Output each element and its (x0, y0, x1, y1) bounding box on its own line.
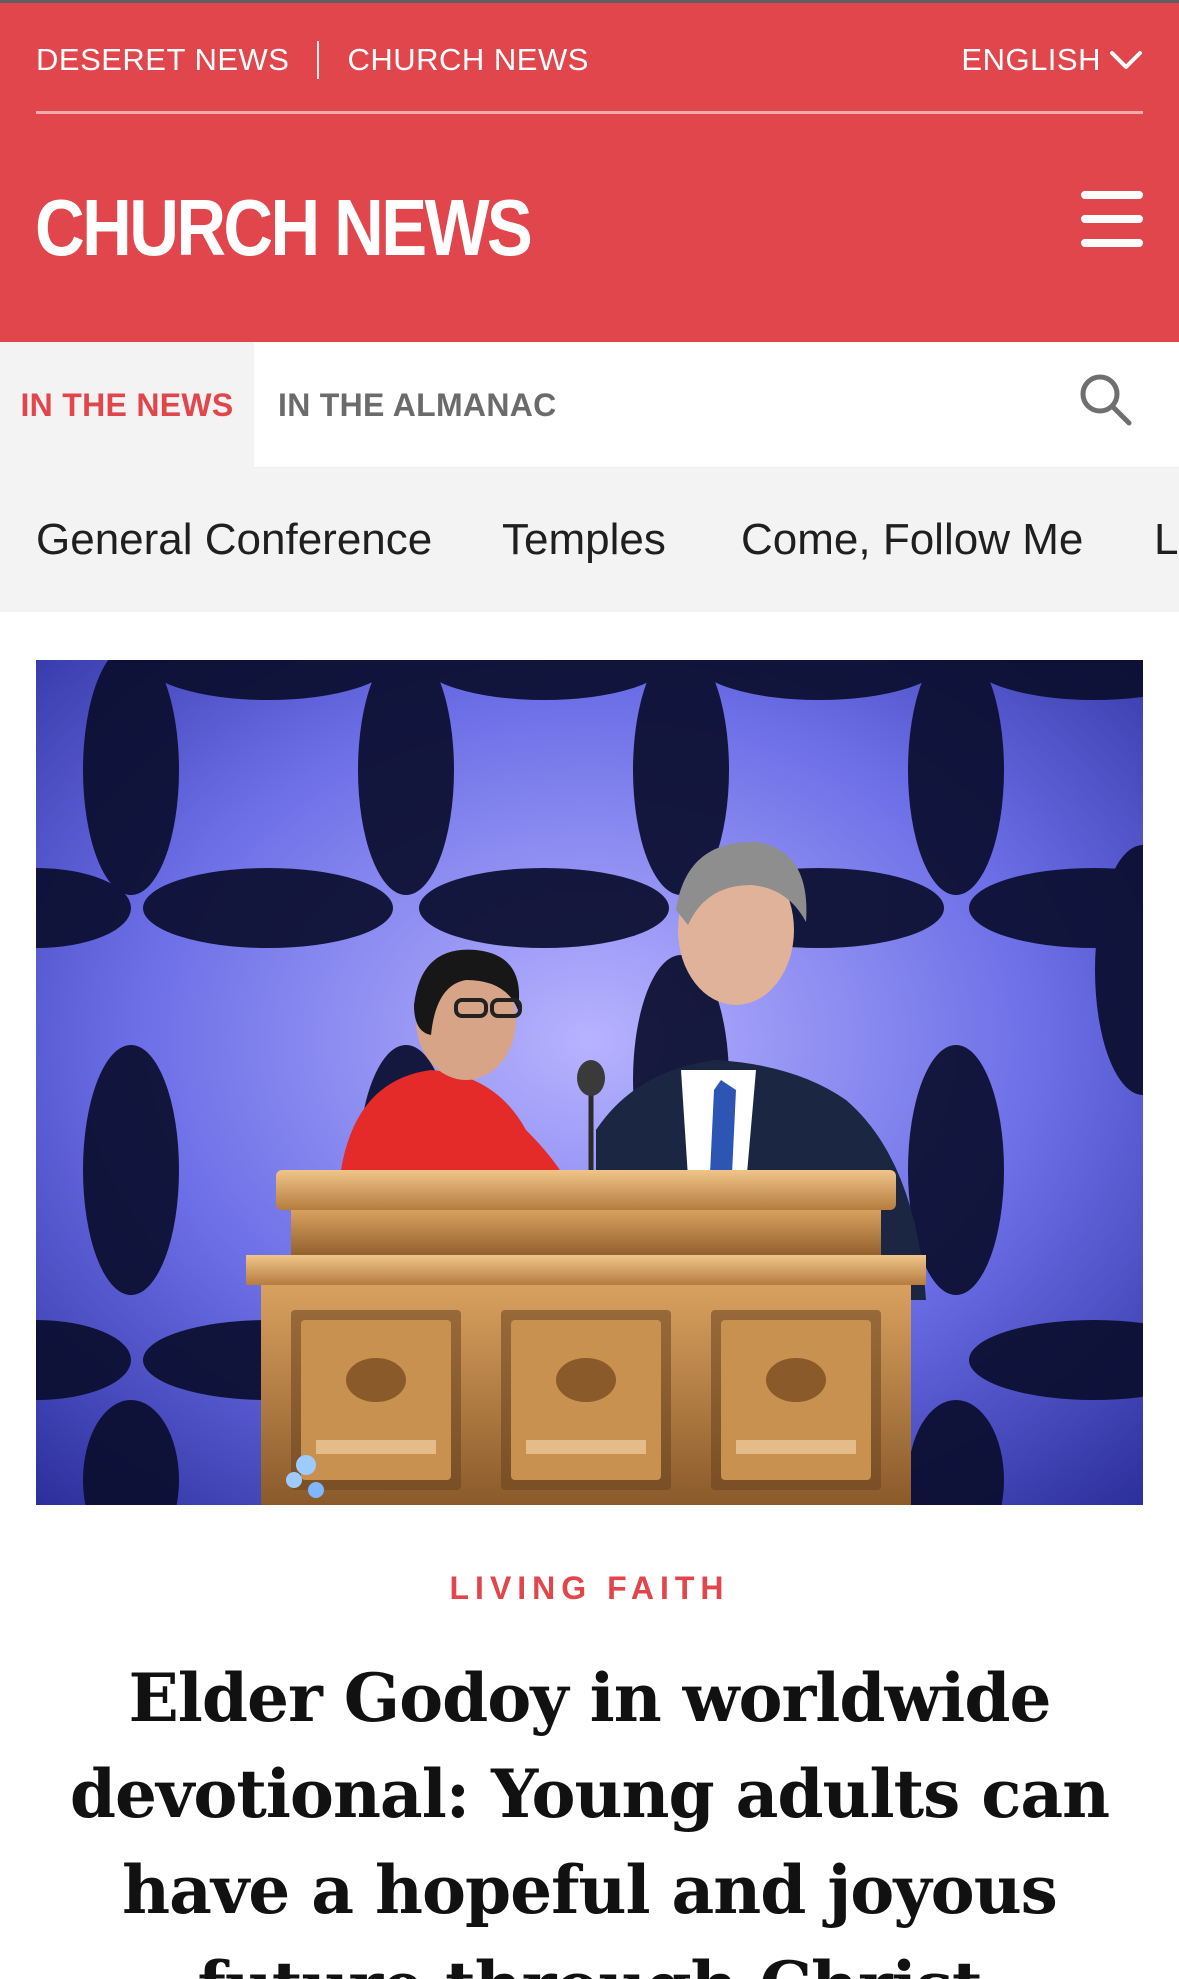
article-hero-image[interactable] (36, 660, 1143, 1505)
language-label: ENGLISH (961, 42, 1101, 77)
site-header: DESERET NEWS CHURCH NEWS ENGLISH CHURCH … (0, 3, 1179, 342)
topic-come-follow-me[interactable]: Come, Follow Me (741, 468, 1083, 612)
topic-truncated[interactable]: L (1154, 468, 1178, 612)
topic-nav: General Conference Temples Come, Follow … (0, 468, 1179, 612)
section-tabs: IN THE NEWS IN THE ALMANAC (0, 342, 1179, 468)
topic-general-conference[interactable]: General Conference (36, 468, 432, 612)
utility-divider (317, 41, 320, 79)
language-selector[interactable]: ENGLISH (961, 39, 1143, 81)
tab-in-the-news[interactable]: IN THE NEWS (0, 342, 254, 468)
search-icon[interactable] (1078, 372, 1134, 428)
church-news-logo[interactable]: CHURCH NEWS (35, 183, 533, 273)
church-news-link[interactable]: CHURCH NEWS (347, 42, 588, 78)
hero-photo (36, 660, 1143, 1505)
article-category[interactable]: LIVING FAITH (0, 1570, 1179, 1607)
topic-temples[interactable]: Temples (502, 468, 666, 612)
chevron-down-icon (1110, 51, 1142, 69)
deseret-news-link[interactable]: DESERET NEWS (36, 42, 289, 78)
menu-bar (1081, 239, 1143, 247)
menu-bar (1081, 191, 1143, 199)
menu-bar (1081, 215, 1143, 223)
hamburger-menu-icon[interactable] (1081, 191, 1143, 247)
article-headline[interactable]: Elder Godoy in worldwide devotional: You… (50, 1650, 1129, 1979)
tab-in-the-almanac[interactable]: IN THE ALMANAC (278, 342, 557, 468)
header-divider (36, 111, 1143, 114)
